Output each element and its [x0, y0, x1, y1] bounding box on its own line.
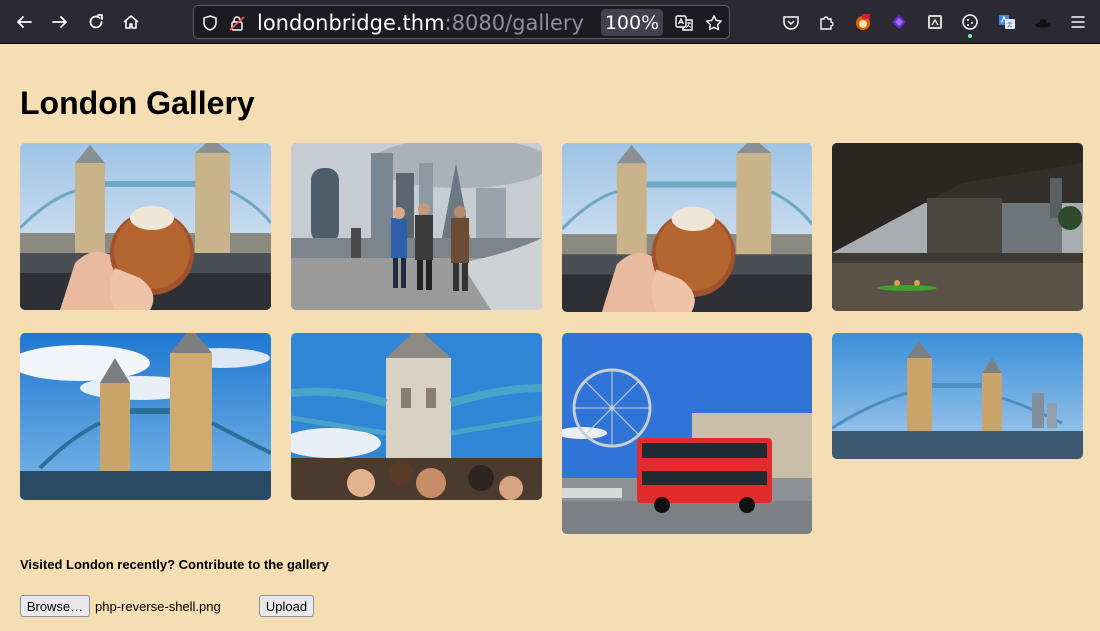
dark-square-extension-icon[interactable]	[924, 11, 946, 33]
home-icon[interactable]	[117, 8, 145, 36]
purple-extension-icon[interactable]	[888, 11, 910, 33]
upload-button[interactable]: Upload	[259, 595, 314, 617]
tracking-protection-icon[interactable]	[200, 13, 220, 33]
extension-indicator-dot	[968, 34, 972, 38]
cookie-icon[interactable]	[959, 11, 981, 33]
extensions-puzzle-icon[interactable]	[816, 11, 838, 33]
foxyproxy-extension-icon[interactable]	[852, 11, 874, 33]
gallery-image-6	[291, 333, 542, 500]
insecure-lock-icon[interactable]	[227, 13, 247, 33]
url-host: londonbridge.thm	[257, 11, 445, 35]
bookmark-star-icon[interactable]	[703, 12, 725, 34]
address-bar[interactable]: londonbridge.thm:8080/gallery 100%	[193, 5, 730, 39]
back-icon[interactable]	[10, 8, 38, 36]
reload-icon[interactable]	[82, 8, 110, 36]
gallery-image-4	[832, 143, 1083, 311]
gallery-image-5	[20, 333, 271, 500]
forward-icon[interactable]	[46, 8, 74, 36]
url-path: :8080/gallery	[444, 11, 584, 35]
browse-button[interactable]: Browse…	[20, 595, 90, 617]
zoom-level[interactable]: 100%	[601, 9, 663, 36]
gallery-image-1	[20, 143, 271, 310]
url-text[interactable]: londonbridge.thm:8080/gallery	[257, 9, 584, 37]
page-title: London Gallery	[20, 85, 255, 121]
translate-icon[interactable]	[673, 12, 695, 34]
menu-hamburger-icon[interactable]	[1067, 11, 1089, 33]
hat-extension-icon[interactable]	[1032, 11, 1054, 33]
selected-file-name: php-reverse-shell.png	[95, 599, 221, 614]
pocket-icon[interactable]	[780, 11, 802, 33]
gallery-image-7	[562, 333, 812, 534]
translator-extension-icon[interactable]	[996, 11, 1018, 33]
contribute-text: Visited London recently? Contribute to t…	[20, 557, 329, 572]
gallery-image-3	[562, 143, 812, 312]
gallery-image-8	[832, 333, 1083, 459]
gallery-image-2	[291, 143, 542, 310]
browser-toolbar: londonbridge.thm:8080/gallery 100%	[0, 0, 1100, 44]
